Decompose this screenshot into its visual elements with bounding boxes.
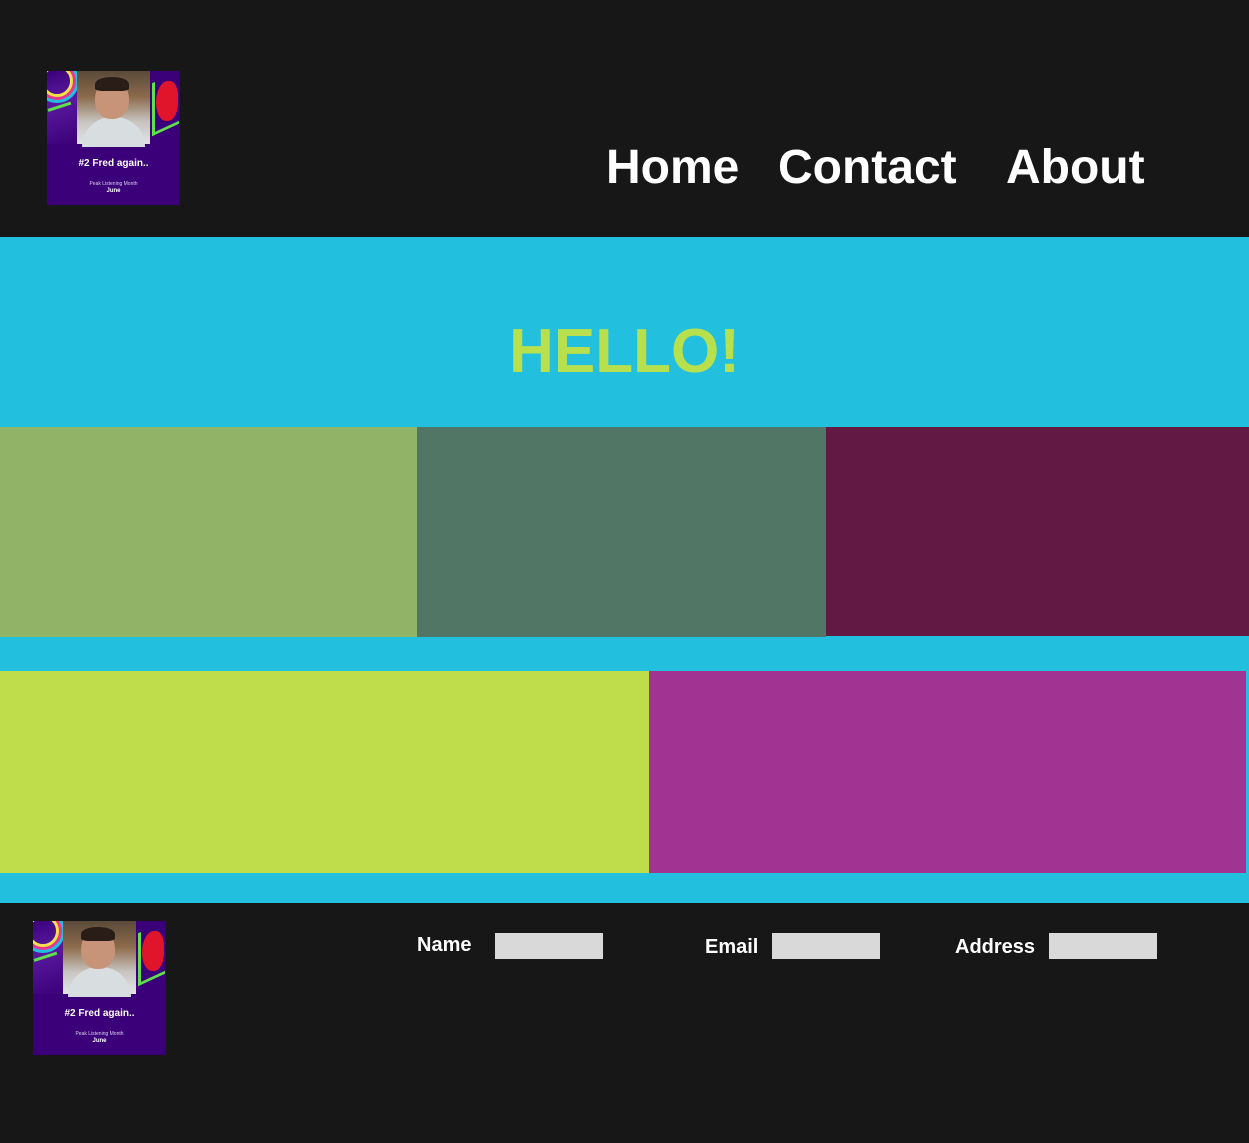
color-block-1 — [0, 427, 417, 637]
nav-contact[interactable]: Contact — [778, 138, 957, 198]
swirl-decoration — [33, 921, 63, 994]
name-label: Name — [417, 934, 472, 956]
footer-logo[interactable]: #2 Fred again.. Peak Listening Month Jun… — [33, 921, 166, 1055]
address-label: Address — [955, 936, 1036, 958]
email-input[interactable] — [772, 933, 880, 959]
nav-about[interactable]: About — [1006, 138, 1145, 198]
site-header: #2 Fred again.. Peak Listening Month Jun… — [0, 0, 1249, 237]
address-input[interactable] — [1049, 933, 1157, 959]
color-block-5 — [649, 671, 1246, 873]
artist-photo — [77, 71, 150, 147]
logo-month-text: June — [92, 1038, 107, 1044]
artist-photo — [63, 921, 136, 997]
swirl-decoration — [47, 71, 77, 144]
hero-section: HELLO! — [0, 237, 1249, 427]
color-block-3 — [826, 427, 1249, 636]
name-input[interactable] — [495, 933, 603, 959]
hero-title: HELLO! — [509, 317, 740, 386]
logo-sub-text: Peak Listening Month — [75, 1031, 124, 1037]
zigzag-decoration — [136, 921, 166, 994]
logo-sub-text: Peak Listening Month — [89, 181, 138, 187]
email-label: Email — [705, 936, 759, 958]
logo-rank-text: #2 Fred again.. — [78, 158, 149, 169]
logo-month-text: June — [106, 188, 121, 194]
zigzag-decoration — [150, 71, 180, 144]
header-logo[interactable]: #2 Fred again.. Peak Listening Month Jun… — [47, 71, 180, 205]
logo-rank-text: #2 Fred again.. — [64, 1008, 135, 1019]
nav-home[interactable]: Home — [606, 138, 739, 198]
color-block-2 — [417, 427, 826, 637]
site-footer: #2 Fred again.. Peak Listening Month Jun… — [0, 903, 1249, 1143]
color-block-4 — [0, 671, 649, 873]
